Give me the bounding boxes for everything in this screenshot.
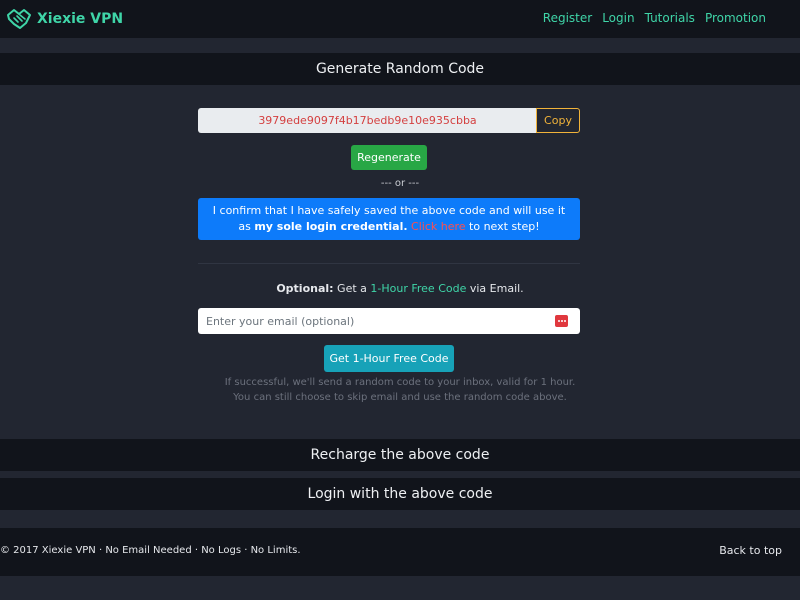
optional-text-end: via Email. [466,282,524,295]
navbar: Xiexie VPN Register Login Tutorials Prom… [0,0,800,38]
generate-section-header[interactable]: Generate Random Code [0,53,800,85]
email-input[interactable] [198,308,580,334]
handshake-icon [6,6,32,32]
hint-text-1: If successful, we'll send a random code … [224,377,576,388]
email-input-wrapper [198,308,580,334]
brand-name: Xiexie VPN [37,11,124,27]
confirm-alert: I confirm that I have safely saved the a… [198,198,580,240]
free-code-accent: 1-Hour Free Code [370,282,467,295]
get-free-code-button[interactable]: Get 1-Hour Free Code [324,345,454,372]
footer: © 2017 Xiexie VPN · No Email Needed · No… [0,528,800,576]
nav-link-login[interactable]: Login [602,11,634,25]
back-to-top-link[interactable]: Back to top [719,544,782,557]
footer-copyright: © 2017 Xiexie VPN · No Email Needed · No… [0,545,301,556]
random-code-field[interactable]: 3979ede9097f4b17bedb9e10e935cbba [198,108,537,133]
nav-link-tutorials[interactable]: Tutorials [645,11,695,25]
hint-text-2: You can still choose to skip email and u… [233,392,567,403]
confirm-text-end: to next step! [465,220,540,233]
confirm-bold-text: my sole login credential. [254,220,408,233]
optional-text: Get a [333,282,371,295]
login-section-header[interactable]: Login with the above code [0,478,800,510]
or-separator: --- or --- [380,178,420,189]
password-dots-icon[interactable] [555,315,568,327]
divider [198,263,580,264]
optional-label: Optional: [276,282,334,295]
nav-link-promotion[interactable]: Promotion [705,11,766,25]
regenerate-button[interactable]: Regenerate [351,145,427,170]
click-here-link[interactable]: Click here [408,220,466,233]
optional-description: Optional: Get a 1-Hour Free Code via Ema… [0,282,800,295]
nav-links: Register Login Tutorials Promotion [543,11,766,25]
nav-link-register[interactable]: Register [543,11,592,25]
copy-button[interactable]: Copy [536,108,580,133]
code-input-group: 3979ede9097f4b17bedb9e10e935cbba Copy [198,108,580,133]
brand-logo-link[interactable]: Xiexie VPN [6,6,123,32]
recharge-section-header[interactable]: Recharge the above code [0,439,800,471]
